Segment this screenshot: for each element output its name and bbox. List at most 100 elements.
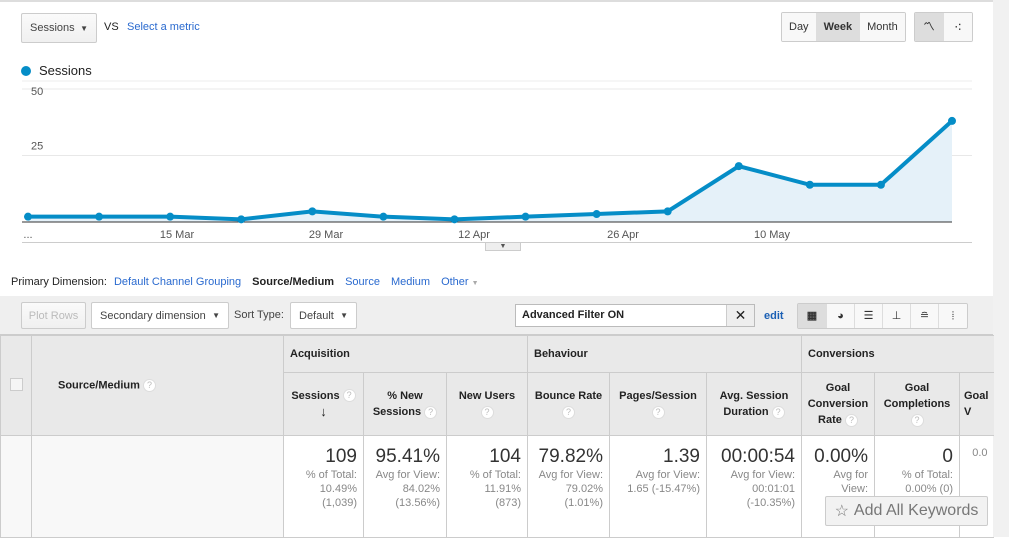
column-header-label: Pages/Session	[619, 390, 697, 402]
column-header-label: % New Sessions	[372, 390, 423, 418]
data-point[interactable]	[166, 212, 175, 221]
data-point[interactable]	[592, 210, 601, 219]
column-header[interactable]: Avg. Session Duration ?	[706, 372, 802, 436]
total-subtext: % of Total:	[305, 469, 357, 481]
source-medium-header-label: Source/Medium	[58, 379, 140, 392]
data-point[interactable]	[734, 162, 743, 171]
expand-chart-handle[interactable]: ▼	[485, 242, 521, 251]
plot-rows-button[interactable]: Plot Rows	[21, 302, 86, 329]
total-subtext: 00:01:01	[752, 483, 795, 495]
help-icon[interactable]: ?	[910, 413, 924, 427]
column-header[interactable]: Goal V	[959, 372, 994, 436]
top-divider	[0, 0, 993, 2]
help-icon[interactable]: ?	[651, 405, 665, 419]
filter-value: Advanced Filter ON	[522, 309, 625, 321]
help-icon[interactable]: ?	[844, 413, 858, 427]
totals-cell: 95.41% Avg for View: 84.02% (13.56%)	[363, 435, 447, 538]
total-subtext: Avg for View:	[538, 469, 603, 481]
sort-type-value: Default	[299, 309, 334, 322]
data-point[interactable]	[24, 212, 32, 221]
x-tick-label: ...	[23, 229, 32, 241]
help-icon[interactable]: ?	[342, 389, 356, 403]
add-all-keywords-button[interactable]: ☆ Add All Keywords	[825, 496, 988, 526]
total-subtext: (1,039)	[322, 497, 357, 509]
source-medium-header[interactable]: Source/Medium ?	[31, 335, 284, 436]
edit-filter-link[interactable]: edit	[764, 310, 784, 322]
pie-view-icon[interactable]: ◕	[827, 304, 855, 328]
total-value: 104	[489, 446, 521, 467]
sessions-chart: 25 50... 15 Mar 29 Mar 12 Apr 26 Apr 10 May	[22, 80, 972, 241]
comparison-view-icon[interactable]: ⊥	[883, 304, 911, 328]
help-icon[interactable]: ?	[424, 405, 438, 419]
motion-chart-icon[interactable]: ⁖	[944, 13, 972, 41]
data-point[interactable]	[805, 180, 814, 189]
select-metric-link[interactable]: Select a metric	[127, 21, 200, 33]
help-icon[interactable]: ?	[562, 405, 575, 419]
totals-checkbox-cell	[0, 435, 32, 538]
dimension-medium[interactable]: Medium	[391, 276, 430, 288]
total-value: 79.82%	[538, 446, 603, 467]
clear-filter-icon[interactable]: ✕	[726, 305, 754, 326]
sort-type-select[interactable]: Default ▼	[290, 302, 357, 329]
column-header-label: Sessions	[291, 389, 340, 402]
table-view-toggle: ▦ ◕ ☰ ⊥ ≘ ⦙	[797, 303, 968, 329]
period-week[interactable]: Week	[816, 13, 861, 41]
totals-cell: 1.39 Avg for View: 1.65 (-15.47%)	[609, 435, 707, 538]
column-header[interactable]: Bounce Rate ?	[527, 372, 610, 436]
data-point[interactable]	[308, 207, 317, 216]
filter-input[interactable]: Advanced Filter ON ✕	[515, 304, 755, 327]
group-acquisition: Acquisition	[283, 335, 528, 373]
column-header-label: Bounce Rate	[534, 390, 603, 402]
total-subtext: 0.00% (0)	[905, 483, 953, 495]
data-point[interactable]	[876, 180, 885, 189]
data-point[interactable]	[663, 207, 672, 216]
total-subtext: View:	[841, 483, 868, 495]
performance-view-icon[interactable]: ☰	[855, 304, 883, 328]
total-subtext: Avg for View:	[730, 469, 795, 481]
table-view-icon[interactable]: ▦	[798, 304, 827, 328]
help-icon[interactable]: ?	[142, 379, 156, 392]
period-month[interactable]: Month	[860, 13, 905, 41]
data-point[interactable]	[379, 212, 388, 221]
metric-select[interactable]: Sessions ▼	[21, 13, 97, 43]
dimension-source[interactable]: Source	[345, 276, 380, 288]
secondary-dimension-select[interactable]: Secondary dimension ▼	[91, 302, 229, 329]
dimension-source-medium[interactable]: Source/Medium	[252, 276, 334, 288]
data-point[interactable]	[450, 215, 459, 224]
help-icon[interactable]: ?	[771, 405, 785, 419]
help-icon[interactable]: ?	[480, 405, 494, 419]
data-point[interactable]	[95, 212, 104, 221]
total-subtext: 0.0	[972, 447, 988, 459]
totals-cell: 79.82% Avg for View: 79.02% (1.01%)	[527, 435, 610, 538]
total-value: 1.39	[663, 446, 700, 467]
dimension-other-label: Other	[441, 276, 469, 288]
scrollbar[interactable]	[993, 0, 1009, 537]
legend-dot-icon	[21, 65, 31, 76]
column-header[interactable]: Goal Conversion Rate ?	[801, 372, 875, 436]
data-point[interactable]	[521, 212, 530, 221]
total-subtext: 84.02%	[402, 483, 440, 495]
group-conversions: Conversions	[801, 335, 994, 373]
chart-legend: Sessions	[21, 63, 92, 78]
pivot-view-icon[interactable]: ⦙	[939, 304, 967, 328]
column-header[interactable]: Pages/Session ?	[609, 372, 707, 436]
term-cloud-icon[interactable]: ≘	[911, 304, 939, 328]
period-day[interactable]: Day	[782, 13, 817, 41]
line-chart-icon[interactable]: 〽	[915, 13, 944, 41]
total-subtext: 79.02%	[565, 483, 603, 495]
column-header[interactable]: Sessions ? ↓	[283, 372, 364, 436]
dimension-other[interactable]: Other ▼	[441, 276, 479, 288]
column-header[interactable]: New Users ?	[446, 372, 528, 436]
dimension-default-channel-grouping[interactable]: Default Channel Grouping	[114, 276, 241, 288]
total-value: 0	[942, 446, 953, 467]
column-header[interactable]: % New Sessions ?	[363, 372, 447, 436]
totals-cell: 104 % of Total: 11.91% (873)	[446, 435, 528, 538]
select-all-checkbox[interactable]	[9, 377, 23, 391]
x-tick-label: 29 Mar	[309, 229, 344, 241]
data-point[interactable]	[948, 116, 956, 125]
column-header[interactable]: Goal Completions ?	[874, 372, 960, 436]
secondary-dimension-label: Secondary dimension	[100, 309, 206, 322]
sort-descending-icon[interactable]: ↓	[320, 404, 327, 419]
column-header-label: Goal Conversion Rate	[807, 382, 869, 426]
data-point[interactable]	[237, 215, 246, 224]
